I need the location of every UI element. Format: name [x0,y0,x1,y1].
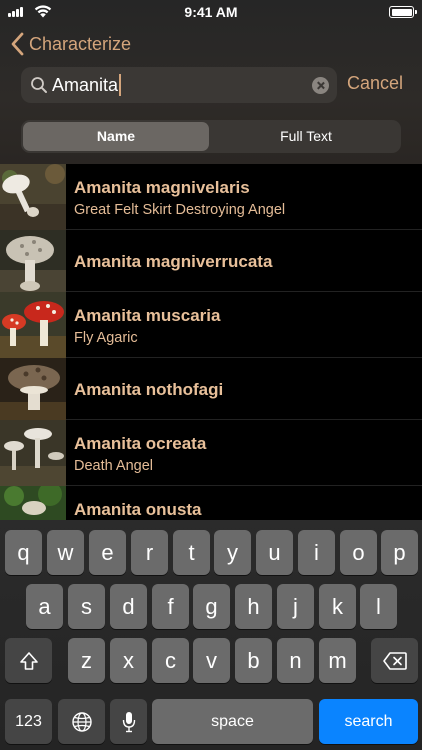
result-subtitle: Fly Agaric [74,330,138,346]
list-item[interactable]: Amanita nothofagi [0,358,422,420]
key-e[interactable]: e [89,530,126,575]
key-z[interactable]: z [68,638,105,683]
key-f[interactable]: f [152,584,189,629]
mushroom-thumbnail [0,358,66,420]
result-subtitle: Death Angel [74,458,154,474]
text-cursor [119,74,122,96]
key-j[interactable]: j [277,584,314,629]
key-t[interactable]: t [173,530,210,575]
back-button[interactable]: Characterize [10,30,131,58]
clear-text-icon[interactable] [312,77,329,94]
key-k[interactable]: k [319,584,356,629]
key-d[interactable]: d [110,584,147,629]
search-icon [31,77,47,93]
result-title: Amanita ocreata [74,434,207,453]
key-l[interactable]: l [360,584,397,629]
key-x[interactable]: x [110,638,147,683]
microphone-icon [122,711,135,732]
backspace-icon [382,651,407,670]
mushroom-thumbnail [0,486,66,520]
globe-key[interactable] [58,699,105,744]
key-s[interactable]: s [68,584,105,629]
globe-icon [71,711,92,732]
mushroom-thumbnail [0,292,66,358]
back-button-label: Characterize [29,33,132,54]
key-u[interactable]: u [256,530,293,575]
key-v[interactable]: v [193,638,230,683]
mushroom-thumbnail [0,164,66,230]
key-p[interactable]: p [381,530,418,575]
key-g[interactable]: g [193,584,230,629]
key-i[interactable]: i [298,530,335,575]
mushroom-thumbnail [0,420,66,486]
key-c[interactable]: c [152,638,189,683]
status-bar: 9:41 AM [0,0,422,24]
shift-icon [19,651,38,670]
battery-icon [389,6,417,18]
result-title: Amanita muscaria [74,306,221,325]
list-item[interactable]: Amanita ocreata Death Angel [0,420,422,486]
search-key[interactable]: search [319,699,418,744]
dictation-key[interactable] [110,699,147,744]
result-title: Amanita nothofagi [74,380,224,399]
key-w[interactable]: w [47,530,84,575]
search-input[interactable]: Amanita [52,67,302,103]
mushroom-thumbnail [0,230,66,292]
search-input-text: Amanita [52,75,119,95]
result-subtitle: Great Felt Skirt Destroying Angel [74,202,286,218]
segment-name[interactable]: Name [23,122,209,151]
header-area: 9:41 AM Characterize Amanita Cancel Name… [0,0,422,164]
key-y[interactable]: y [214,530,251,575]
key-a[interactable]: a [26,584,63,629]
key-r[interactable]: r [131,530,168,575]
result-title: Amanita magniverrucata [74,252,273,271]
shift-key[interactable] [5,638,52,683]
numbers-key[interactable]: 123 [5,699,52,744]
key-b[interactable]: b [235,638,272,683]
chevron-left-icon [11,32,24,56]
list-item[interactable]: Amanita onusta [0,486,422,520]
search-field[interactable]: Amanita [21,67,337,103]
key-m[interactable]: m [319,638,356,683]
key-q[interactable]: q [5,530,42,575]
results-list: Amanita magnivelaris Great Felt Skirt De… [0,164,422,520]
delete-key[interactable] [371,638,418,683]
list-item[interactable]: Amanita magniverrucata [0,230,422,292]
key-h[interactable]: h [235,584,272,629]
key-o[interactable]: o [340,530,377,575]
search-scope-control: Name Full Text [21,120,401,153]
list-item[interactable]: Amanita magnivelaris Great Felt Skirt De… [0,164,422,230]
status-time: 9:41 AM [184,4,238,20]
key-n[interactable]: n [277,638,314,683]
cancel-button[interactable]: Cancel [347,73,403,94]
segment-full-text[interactable]: Full Text [213,122,399,151]
list-item[interactable]: Amanita muscaria Fly Agaric [0,292,422,358]
result-title: Amanita magnivelaris [74,178,250,197]
keyboard: q w e r t y u i o p a s d f g h j k l z … [0,520,422,750]
space-key[interactable]: space [152,699,313,744]
result-title: Amanita onusta [74,500,202,519]
